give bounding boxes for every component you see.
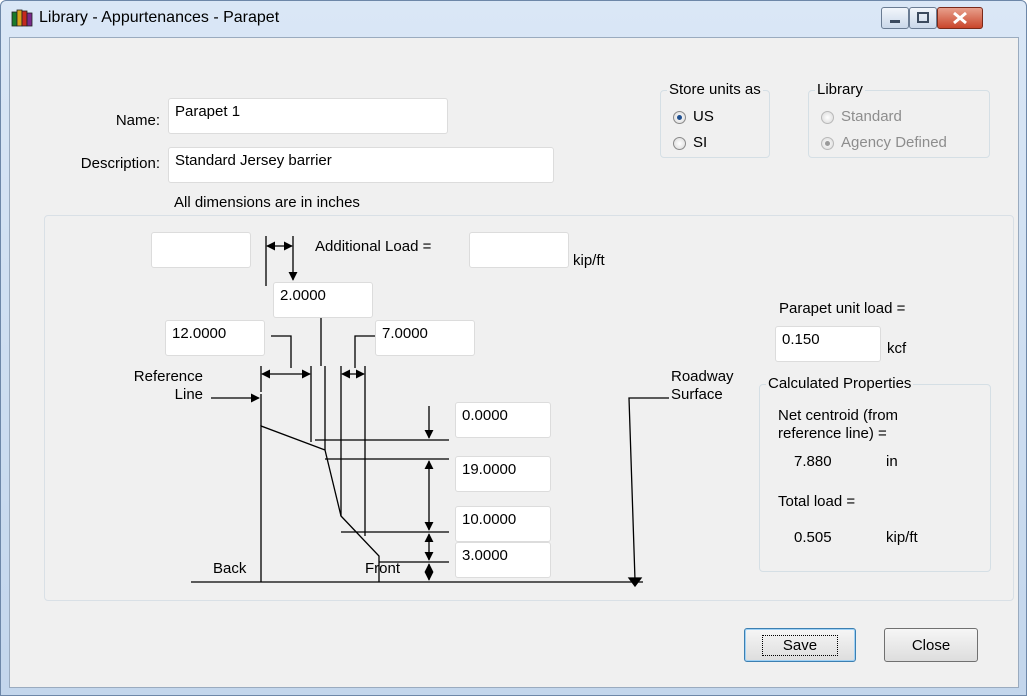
close-icon xyxy=(953,11,967,25)
title-bar: Library - Appurtenances - Parapet xyxy=(1,1,1026,35)
additional-load-unit: kip/ft xyxy=(573,252,605,269)
minimize-icon xyxy=(890,20,900,23)
unit-load-field[interactable]: 0.150 xyxy=(775,326,881,362)
centroid-value: 7.880 xyxy=(794,453,832,470)
minimize-button[interactable] xyxy=(881,7,909,29)
height-4-field[interactable]: 3.0000 xyxy=(455,542,551,578)
maximize-icon xyxy=(917,12,929,23)
name-label: Name: xyxy=(115,112,160,129)
dimensions-note: All dimensions are in inches xyxy=(174,194,360,211)
close-window-button[interactable] xyxy=(937,7,983,29)
total-load-unit: kip/ft xyxy=(886,529,918,546)
library-standard-label[interactable]: Standard xyxy=(841,108,902,126)
height-3-field[interactable]: 10.0000 xyxy=(455,506,551,542)
centroid-unit: in xyxy=(886,453,898,470)
top-width-field[interactable]: 2.0000 xyxy=(273,282,373,318)
window-title: Library - Appurtenances - Parapet xyxy=(39,9,280,26)
roadway-label-2: Surface xyxy=(671,386,723,403)
save-button-label: Save xyxy=(761,634,839,656)
unit-load-unit: kcf xyxy=(887,340,907,357)
store-units-group: Store units as US SI xyxy=(660,81,770,158)
dialog-window: Library - Appurtenances - Parapet Name: … xyxy=(0,0,1027,696)
reference-line-label-2: Line xyxy=(174,386,203,403)
description-field[interactable]: Standard Jersey barrier xyxy=(168,147,554,183)
save-button[interactable]: Save xyxy=(744,628,856,662)
library-agency-label[interactable]: Agency Defined xyxy=(841,134,947,152)
total-load-label: Total load = xyxy=(778,493,856,510)
books-icon xyxy=(11,9,33,27)
total-load-value: 0.505 xyxy=(794,529,832,546)
front-width-field[interactable]: 7.0000 xyxy=(375,320,475,356)
centroid-label-2: reference line) = xyxy=(778,425,887,442)
dialog-client-area: Name: Parapet 1 Description: Standard Je… xyxy=(9,37,1019,688)
library-title: Library xyxy=(815,81,865,99)
library-standard-radio[interactable] xyxy=(821,111,834,124)
units-us-radio[interactable] xyxy=(673,111,686,124)
description-label: Description: xyxy=(80,155,160,172)
library-group: Library Standard Agency Defined xyxy=(808,81,990,158)
height-2-field[interactable]: 19.0000 xyxy=(455,456,551,492)
centroid-label-1: Net centroid (from xyxy=(778,407,899,424)
additional-load-field[interactable] xyxy=(469,232,569,268)
back-label: Back xyxy=(213,560,247,577)
units-si-radio[interactable] xyxy=(673,137,686,150)
height-1-field[interactable]: 0.0000 xyxy=(455,402,551,438)
store-units-title: Store units as xyxy=(667,81,763,99)
additional-load-label: Additional Load = xyxy=(315,238,432,255)
front-label: Front xyxy=(365,560,401,577)
unit-load-label: Parapet unit load = xyxy=(779,300,906,317)
calculated-properties-group: Calculated Properties Net centroid (from… xyxy=(759,375,991,572)
top-offset-field[interactable] xyxy=(151,232,251,268)
parapet-diagram-panel: Additional Load = kip/ft 2.0000 12.0000 … xyxy=(44,215,1014,601)
calculated-properties-title: Calculated Properties xyxy=(766,375,914,393)
units-us-label[interactable]: US xyxy=(693,108,714,126)
maximize-button[interactable] xyxy=(909,7,937,29)
units-si-label[interactable]: SI xyxy=(693,134,707,152)
roadway-label-1: Roadway xyxy=(671,368,734,385)
close-button-label: Close xyxy=(911,636,951,654)
back-width-field[interactable]: 12.0000 xyxy=(165,320,265,356)
reference-line-label-1: Reference xyxy=(133,368,203,385)
library-agency-radio[interactable] xyxy=(821,137,834,150)
name-field[interactable]: Parapet 1 xyxy=(168,98,448,134)
close-button[interactable]: Close xyxy=(884,628,978,662)
